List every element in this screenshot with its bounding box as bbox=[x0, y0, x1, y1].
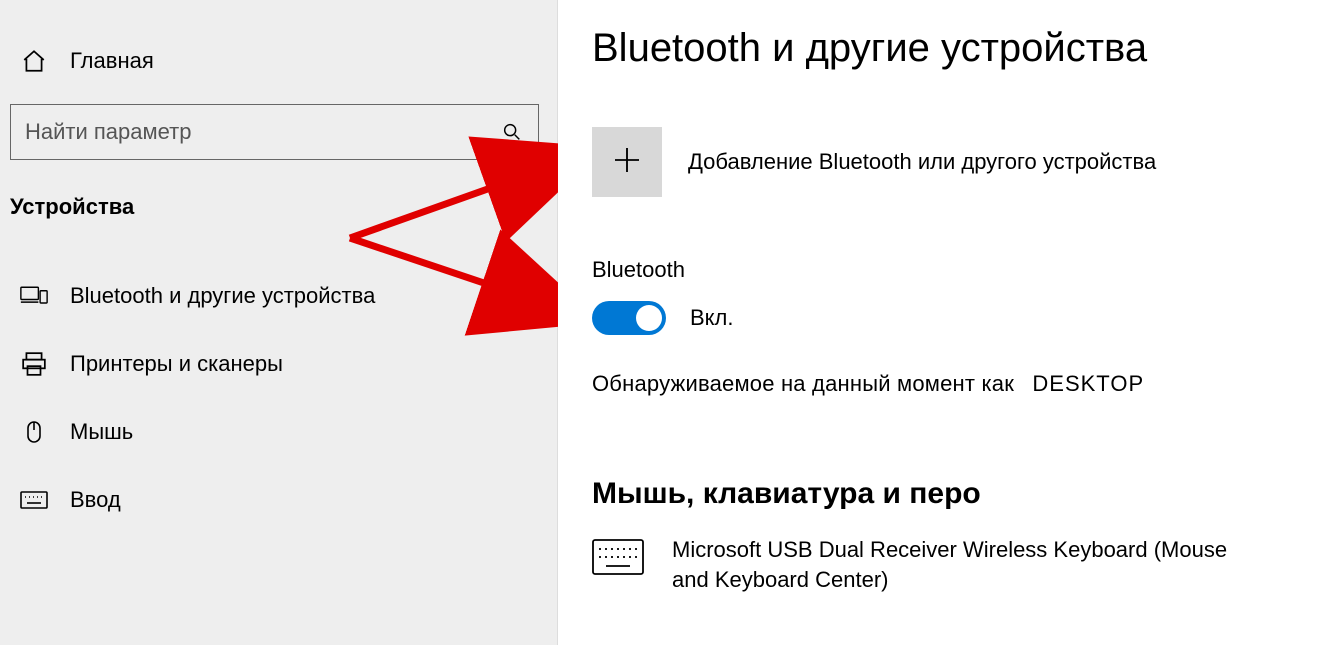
device-name: Microsoft USB Dual Receiver Wireless Key… bbox=[672, 535, 1232, 594]
plus-icon bbox=[611, 144, 643, 181]
search-wrap bbox=[0, 84, 557, 160]
sidebar-item-label: Ввод bbox=[70, 487, 121, 513]
settings-window: Главная Устройства bbox=[0, 0, 1333, 645]
device-row[interactable]: Microsoft USB Dual Receiver Wireless Key… bbox=[592, 535, 1303, 594]
add-device-button[interactable] bbox=[592, 127, 662, 197]
add-device-row[interactable]: Добавление Bluetooth или другого устройс… bbox=[592, 127, 1303, 197]
search-icon bbox=[500, 120, 524, 144]
home-icon bbox=[20, 47, 48, 75]
sidebar-item-label: Принтеры и сканеры bbox=[70, 351, 283, 377]
section-mouse-keyboard-pen: Мышь, клавиатура и перо bbox=[592, 477, 1303, 511]
toggle-knob bbox=[636, 305, 662, 331]
mouse-icon bbox=[20, 418, 48, 446]
devices-icon bbox=[20, 282, 48, 310]
printer-icon bbox=[20, 350, 48, 378]
sidebar-item-printers[interactable]: Принтеры и сканеры bbox=[0, 330, 557, 398]
sidebar-nav: Bluetooth и другие устройства Принтеры и… bbox=[0, 226, 557, 534]
sidebar-item-label: Bluetooth и другие устройства bbox=[70, 283, 375, 309]
discoverable-text: Обнаруживаемое на данный момент как DESK… bbox=[592, 371, 1303, 397]
sidebar-category-heading: Устройства bbox=[0, 160, 557, 226]
sidebar-item-mouse[interactable]: Мышь bbox=[0, 398, 557, 466]
home-label: Главная bbox=[70, 48, 154, 74]
search-input[interactable] bbox=[25, 119, 500, 145]
sidebar-item-label: Мышь bbox=[70, 419, 133, 445]
main-content: Bluetooth и другие устройства Добавление… bbox=[558, 0, 1333, 645]
keyboard-icon bbox=[20, 486, 48, 514]
sidebar: Главная Устройства bbox=[0, 0, 558, 645]
sidebar-item-typing[interactable]: Ввод bbox=[0, 466, 557, 534]
sidebar-item-bluetooth[interactable]: Bluetooth и другие устройства bbox=[0, 262, 557, 330]
bluetooth-label: Bluetooth bbox=[592, 257, 1303, 283]
discoverable-prefix: Обнаруживаемое на данный момент как bbox=[592, 371, 1014, 396]
discoverable-device-name: DESKTOP bbox=[1020, 371, 1144, 396]
keyboard-icon bbox=[592, 539, 644, 575]
add-device-label: Добавление Bluetooth или другого устройс… bbox=[688, 149, 1156, 175]
bluetooth-toggle[interactable] bbox=[592, 301, 666, 335]
bluetooth-section: Bluetooth Вкл. Обнаруживаемое на данный … bbox=[592, 257, 1303, 397]
search-box[interactable] bbox=[10, 104, 539, 160]
page-title: Bluetooth и другие устройства bbox=[592, 26, 1303, 71]
bluetooth-toggle-state: Вкл. bbox=[690, 305, 734, 331]
bluetooth-toggle-row: Вкл. bbox=[592, 301, 1303, 335]
sidebar-home[interactable]: Главная bbox=[0, 38, 557, 84]
